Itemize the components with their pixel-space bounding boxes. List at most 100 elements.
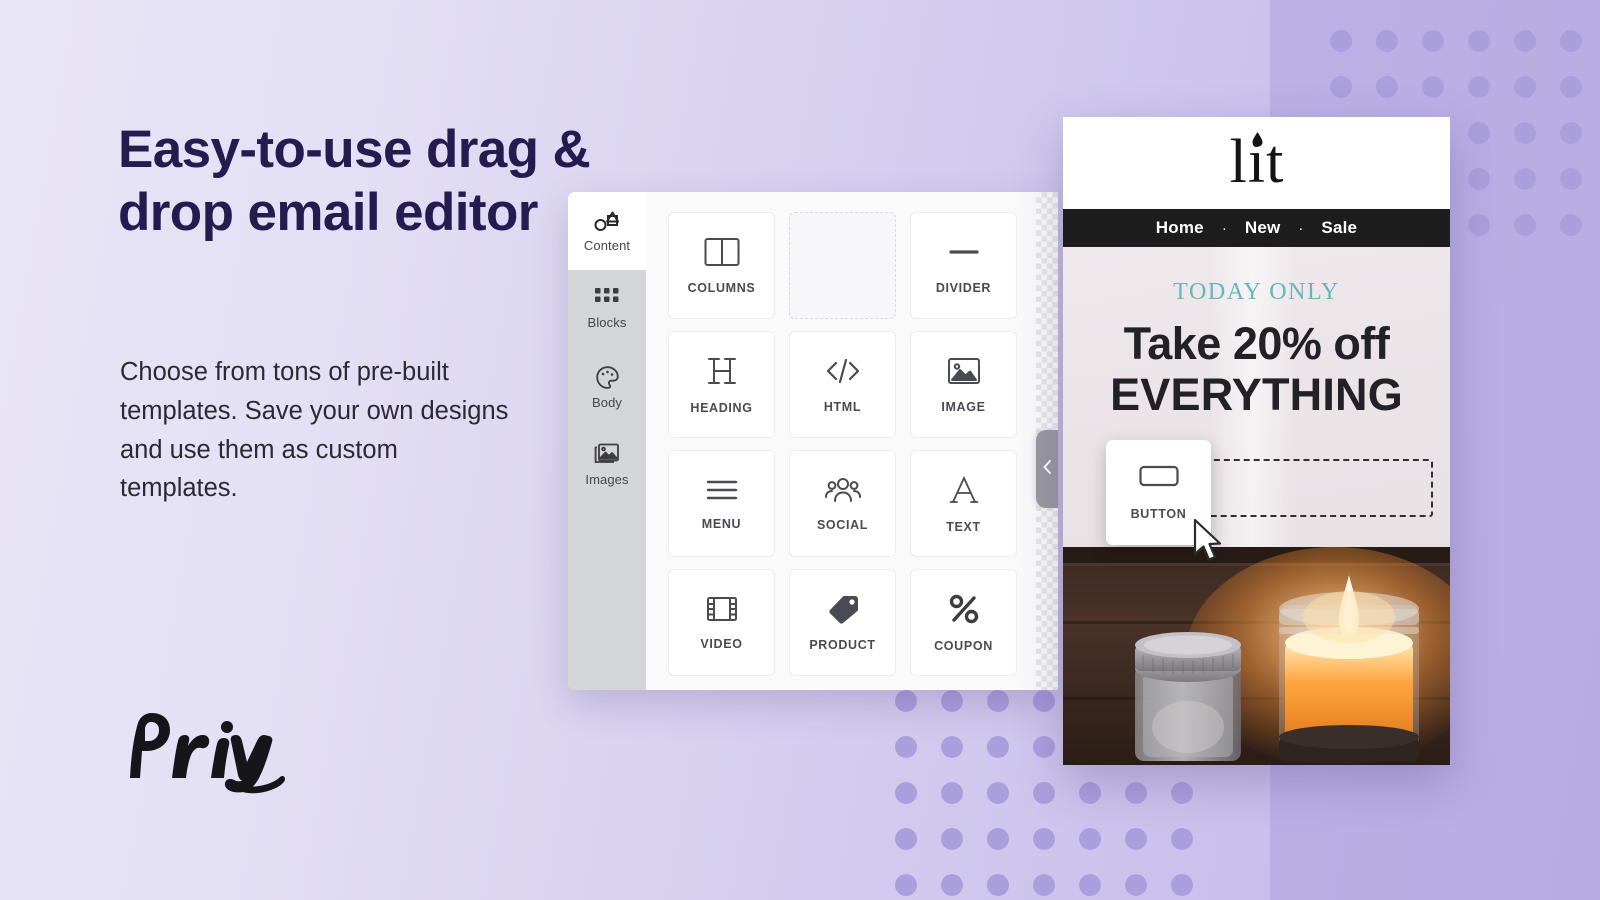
decorative-dot xyxy=(1376,30,1398,52)
block-tile-text[interactable]: TEXT xyxy=(910,450,1017,557)
email-candle-photo xyxy=(1063,547,1450,765)
decorative-dot xyxy=(895,690,917,712)
hero-eyebrow: TODAY ONLY xyxy=(1173,279,1340,305)
page-subcopy: Choose from tons of pre-built templates.… xyxy=(120,358,509,503)
block-tile-label: COUPON xyxy=(934,638,993,653)
block-tile-menu[interactable]: MENU xyxy=(668,450,775,557)
decorative-dot xyxy=(1514,76,1536,98)
decorative-dot xyxy=(1330,76,1352,98)
decorative-dot xyxy=(987,690,1009,712)
decorative-dot xyxy=(1033,782,1055,804)
decorative-dot xyxy=(1560,214,1582,236)
block-tile-label: HEADING xyxy=(690,400,753,415)
decorative-dot xyxy=(1468,76,1490,98)
palette-icon xyxy=(595,365,620,390)
email-nav-link-sale[interactable]: Sale xyxy=(1321,218,1357,238)
decorative-dot xyxy=(1079,782,1101,804)
email-nav-link-new[interactable]: New xyxy=(1245,218,1281,238)
grid-icon xyxy=(595,288,619,310)
sidebar-item-body[interactable]: Body xyxy=(568,348,646,426)
decorative-dot xyxy=(941,690,963,712)
block-tile-html[interactable]: HTML xyxy=(789,331,896,438)
decorative-dot xyxy=(1468,168,1490,190)
block-tile-columns[interactable]: COLUMNS xyxy=(668,212,775,319)
decorative-dot xyxy=(1560,122,1582,144)
block-tile-image[interactable]: IMAGE xyxy=(910,331,1017,438)
sidebar-item-label: Body xyxy=(591,394,623,410)
decorative-dot xyxy=(941,736,963,758)
decorative-dot xyxy=(1125,828,1147,850)
sidebar-item-label: Content xyxy=(583,238,631,253)
decorative-dot xyxy=(1422,76,1444,98)
decorative-dot xyxy=(1560,76,1582,98)
lit-logo: lit xyxy=(1201,124,1313,203)
decorative-dot xyxy=(1125,782,1147,804)
blocks-grid: COLUMNS DIVIDER HEADING HTML IMAGE MENU … xyxy=(668,212,1042,676)
sidebar-item-blocks[interactable]: Blocks xyxy=(568,270,646,348)
page-title: Easy-to-use drag & drop email editor xyxy=(118,120,591,243)
decorative-dot xyxy=(895,782,917,804)
block-tile-label: DIVIDER xyxy=(935,280,992,295)
decorative-dot xyxy=(1514,30,1536,52)
editor-sidebar: Content Blocks Body Images xyxy=(568,192,646,690)
decorative-dot xyxy=(941,874,963,896)
block-tile-social[interactable]: SOCIAL xyxy=(789,450,896,557)
decorative-dot xyxy=(941,828,963,850)
sidebar-item-images[interactable]: Images xyxy=(568,426,646,504)
block-tile-heading[interactable]: HEADING xyxy=(668,331,775,438)
button-icon xyxy=(1138,464,1179,493)
hero-headline-line1: Take 20% off xyxy=(1123,318,1390,369)
decorative-dot xyxy=(1514,168,1536,190)
menu-icon xyxy=(704,477,740,503)
decorative-dot xyxy=(1560,30,1582,52)
decorative-dot xyxy=(895,828,917,850)
blocks-panel: COLUMNS DIVIDER HEADING HTML IMAGE MENU … xyxy=(646,192,1058,690)
sidebar-item-label: Blocks xyxy=(587,315,627,330)
decorative-dot xyxy=(1514,122,1536,144)
decorative-dot xyxy=(1468,122,1490,144)
block-tile-coupon[interactable]: COUPON xyxy=(910,569,1017,676)
decorative-dot xyxy=(1330,30,1352,52)
block-tile-label: HTML xyxy=(823,399,862,414)
text-a-icon xyxy=(949,474,979,506)
heading-icon xyxy=(706,355,738,387)
decorative-dot xyxy=(895,736,917,758)
panel-collapse-handle[interactable] xyxy=(1036,430,1058,508)
block-tile-product[interactable]: PRODUCT xyxy=(789,569,896,676)
email-editor-panel: Content Blocks Body Images COLUMNS DIVID… xyxy=(568,192,1058,690)
people-icon xyxy=(824,476,862,504)
block-tile-label: MENU xyxy=(701,516,742,531)
decorative-dot xyxy=(1560,168,1582,190)
dragging-block-label: BUTTON xyxy=(1130,507,1187,521)
decorative-dot xyxy=(1033,736,1055,758)
block-tile-label: VIDEO xyxy=(700,636,743,651)
hero-headline-line2: EVERYTHING xyxy=(1110,369,1403,421)
columns-icon xyxy=(704,237,740,267)
decorative-dot xyxy=(1468,30,1490,52)
decorative-dot xyxy=(1422,30,1444,52)
block-tile-label: COLUMNS xyxy=(687,280,756,295)
decorative-dot xyxy=(1079,874,1101,896)
decorative-dot xyxy=(1514,214,1536,236)
block-tile-label: PRODUCT xyxy=(809,637,876,652)
chevron-left-icon xyxy=(1042,459,1053,480)
block-tile-video[interactable]: VIDEO xyxy=(668,569,775,676)
decorative-dot xyxy=(1125,874,1147,896)
block-tile-empty-slot[interactable] xyxy=(789,212,896,319)
sidebar-item-label: Images xyxy=(585,472,629,487)
nav-separator: · xyxy=(1298,219,1304,237)
email-drop-zone[interactable] xyxy=(1191,459,1433,517)
email-nav-bar: Home · New · Sale xyxy=(1063,209,1450,247)
block-tile-label: TEXT xyxy=(946,519,981,534)
film-icon xyxy=(706,595,738,623)
shapes-icon xyxy=(593,209,621,233)
sidebar-item-content[interactable]: Content xyxy=(568,192,646,270)
image-icon xyxy=(947,356,981,386)
block-tile-divider[interactable]: DIVIDER xyxy=(910,212,1017,319)
divider-icon xyxy=(946,237,982,267)
email-nav-link-home[interactable]: Home xyxy=(1156,218,1204,238)
decorative-dot xyxy=(987,874,1009,896)
block-tile-label: SOCIAL xyxy=(816,517,869,532)
images-icon xyxy=(594,443,621,467)
decorative-dot xyxy=(1171,874,1193,896)
